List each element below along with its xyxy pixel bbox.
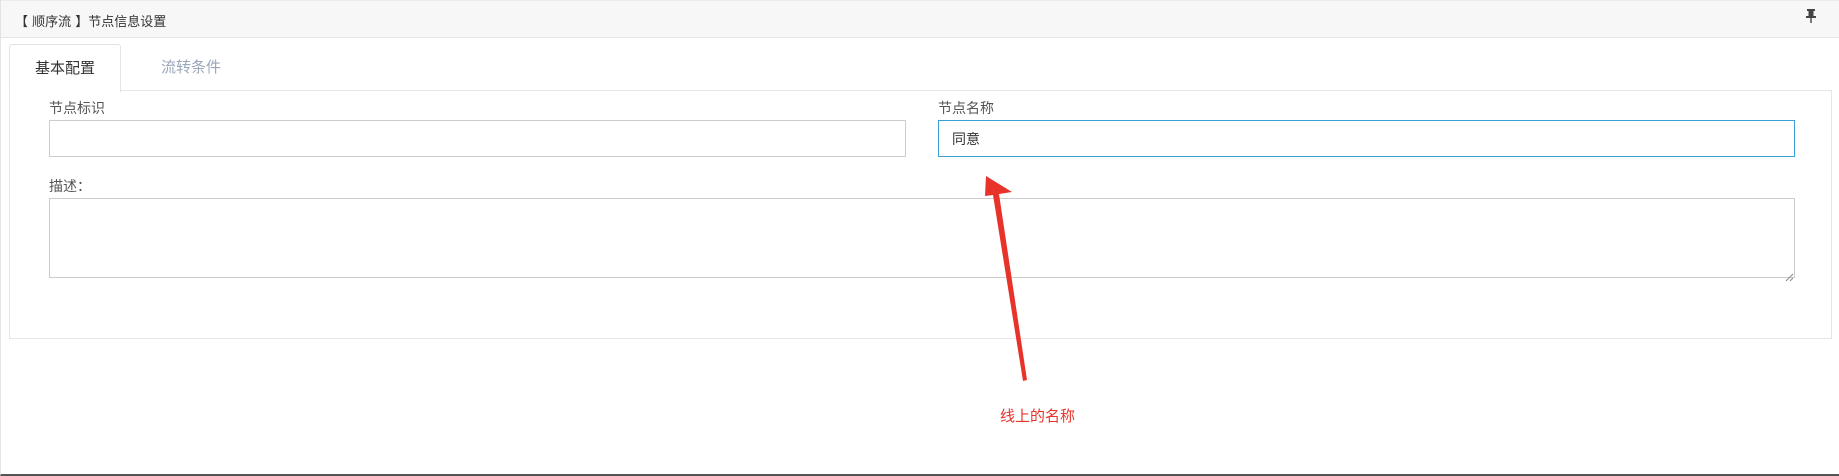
node-name-label: 节点名称 (938, 101, 994, 117)
panel-header: 【 顺序流 】节点信息设置 (1, 0, 1839, 38)
tab-content: 节点标识 节点名称 描述： (9, 90, 1832, 339)
pin-icon[interactable] (1804, 8, 1818, 24)
tab-flow-conditions[interactable]: 流转条件 (145, 44, 237, 91)
description-label: 描述： (49, 179, 91, 195)
panel-title: 【 顺序流 】节点信息设置 (15, 15, 167, 30)
description-textarea[interactable] (49, 198, 1795, 278)
resize-grip-icon[interactable] (1784, 267, 1794, 282)
tab-basic-config[interactable]: 基本配置 (9, 44, 121, 92)
node-settings-panel: 【 顺序流 】节点信息设置 基本配置 流转条件 节点标识 节点名称 描述： (0, 0, 1839, 476)
tab-bar: 基本配置 流转条件 (9, 44, 1832, 92)
node-id-label: 节点标识 (49, 101, 105, 117)
node-id-input[interactable] (49, 120, 906, 157)
node-name-input[interactable] (938, 120, 1795, 157)
annotation-label: 线上的名称 (1000, 407, 1076, 425)
